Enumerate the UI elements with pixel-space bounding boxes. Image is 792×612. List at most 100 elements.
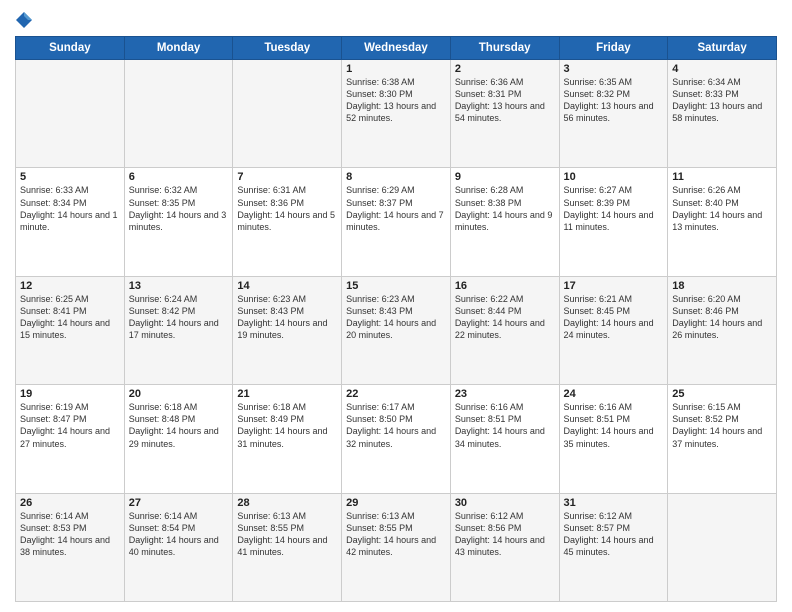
day-number: 29 [346, 497, 446, 509]
day-number: 18 [672, 280, 772, 292]
calendar-day-27: 27Sunrise: 6:14 AMSunset: 8:54 PMDayligh… [124, 493, 233, 601]
day-info: Sunrise: 6:38 AMSunset: 8:30 PMDaylight:… [346, 76, 446, 125]
day-number: 16 [455, 280, 555, 292]
calendar-day-23: 23Sunrise: 6:16 AMSunset: 8:51 PMDayligh… [450, 385, 559, 493]
calendar-day-7: 7Sunrise: 6:31 AMSunset: 8:36 PMDaylight… [233, 168, 342, 276]
day-info: Sunrise: 6:36 AMSunset: 8:31 PMDaylight:… [455, 76, 555, 125]
day-info: Sunrise: 6:20 AMSunset: 8:46 PMDaylight:… [672, 293, 772, 342]
day-info: Sunrise: 6:16 AMSunset: 8:51 PMDaylight:… [455, 401, 555, 450]
day-number: 12 [20, 280, 120, 292]
calendar-day-17: 17Sunrise: 6:21 AMSunset: 8:45 PMDayligh… [559, 276, 668, 384]
calendar-day-13: 13Sunrise: 6:24 AMSunset: 8:42 PMDayligh… [124, 276, 233, 384]
page: SundayMondayTuesdayWednesdayThursdayFrid… [0, 0, 792, 612]
day-info: Sunrise: 6:23 AMSunset: 8:43 PMDaylight:… [237, 293, 337, 342]
day-number: 20 [129, 388, 229, 400]
day-number: 9 [455, 171, 555, 183]
day-number: 2 [455, 63, 555, 75]
day-info: Sunrise: 6:16 AMSunset: 8:51 PMDaylight:… [564, 401, 664, 450]
calendar-day-21: 21Sunrise: 6:18 AMSunset: 8:49 PMDayligh… [233, 385, 342, 493]
calendar-day-30: 30Sunrise: 6:12 AMSunset: 8:56 PMDayligh… [450, 493, 559, 601]
day-info: Sunrise: 6:28 AMSunset: 8:38 PMDaylight:… [455, 184, 555, 233]
day-info: Sunrise: 6:35 AMSunset: 8:32 PMDaylight:… [564, 76, 664, 125]
day-info: Sunrise: 6:13 AMSunset: 8:55 PMDaylight:… [237, 510, 337, 559]
weekday-header-saturday: Saturday [668, 37, 777, 60]
day-number: 14 [237, 280, 337, 292]
day-info: Sunrise: 6:14 AMSunset: 8:54 PMDaylight:… [129, 510, 229, 559]
calendar-empty-cell [16, 60, 125, 168]
calendar-empty-cell [668, 493, 777, 601]
calendar-day-10: 10Sunrise: 6:27 AMSunset: 8:39 PMDayligh… [559, 168, 668, 276]
calendar-day-15: 15Sunrise: 6:23 AMSunset: 8:43 PMDayligh… [342, 276, 451, 384]
day-number: 27 [129, 497, 229, 509]
day-number: 24 [564, 388, 664, 400]
day-info: Sunrise: 6:17 AMSunset: 8:50 PMDaylight:… [346, 401, 446, 450]
weekday-header-tuesday: Tuesday [233, 37, 342, 60]
day-number: 23 [455, 388, 555, 400]
calendar-week-row: 12Sunrise: 6:25 AMSunset: 8:41 PMDayligh… [16, 276, 777, 384]
day-number: 21 [237, 388, 337, 400]
weekday-header-sunday: Sunday [16, 37, 125, 60]
day-number: 1 [346, 63, 446, 75]
day-number: 19 [20, 388, 120, 400]
calendar-day-20: 20Sunrise: 6:18 AMSunset: 8:48 PMDayligh… [124, 385, 233, 493]
day-number: 17 [564, 280, 664, 292]
calendar-day-18: 18Sunrise: 6:20 AMSunset: 8:46 PMDayligh… [668, 276, 777, 384]
calendar-day-5: 5Sunrise: 6:33 AMSunset: 8:34 PMDaylight… [16, 168, 125, 276]
day-info: Sunrise: 6:32 AMSunset: 8:35 PMDaylight:… [129, 184, 229, 233]
day-info: Sunrise: 6:22 AMSunset: 8:44 PMDaylight:… [455, 293, 555, 342]
day-number: 22 [346, 388, 446, 400]
day-info: Sunrise: 6:29 AMSunset: 8:37 PMDaylight:… [346, 184, 446, 233]
day-info: Sunrise: 6:18 AMSunset: 8:49 PMDaylight:… [237, 401, 337, 450]
generalblue-logo-icon [15, 10, 33, 28]
calendar-day-19: 19Sunrise: 6:19 AMSunset: 8:47 PMDayligh… [16, 385, 125, 493]
day-number: 4 [672, 63, 772, 75]
weekday-header-row: SundayMondayTuesdayWednesdayThursdayFrid… [16, 37, 777, 60]
calendar-day-3: 3Sunrise: 6:35 AMSunset: 8:32 PMDaylight… [559, 60, 668, 168]
calendar-day-4: 4Sunrise: 6:34 AMSunset: 8:33 PMDaylight… [668, 60, 777, 168]
weekday-header-monday: Monday [124, 37, 233, 60]
logo [15, 10, 35, 28]
day-info: Sunrise: 6:33 AMSunset: 8:34 PMDaylight:… [20, 184, 120, 233]
day-info: Sunrise: 6:23 AMSunset: 8:43 PMDaylight:… [346, 293, 446, 342]
day-info: Sunrise: 6:18 AMSunset: 8:48 PMDaylight:… [129, 401, 229, 450]
day-info: Sunrise: 6:12 AMSunset: 8:56 PMDaylight:… [455, 510, 555, 559]
calendar-day-22: 22Sunrise: 6:17 AMSunset: 8:50 PMDayligh… [342, 385, 451, 493]
calendar-table: SundayMondayTuesdayWednesdayThursdayFrid… [15, 36, 777, 602]
calendar-day-24: 24Sunrise: 6:16 AMSunset: 8:51 PMDayligh… [559, 385, 668, 493]
calendar-week-row: 19Sunrise: 6:19 AMSunset: 8:47 PMDayligh… [16, 385, 777, 493]
header [15, 10, 777, 28]
day-info: Sunrise: 6:34 AMSunset: 8:33 PMDaylight:… [672, 76, 772, 125]
calendar-day-1: 1Sunrise: 6:38 AMSunset: 8:30 PMDaylight… [342, 60, 451, 168]
day-number: 3 [564, 63, 664, 75]
calendar-empty-cell [233, 60, 342, 168]
day-number: 26 [20, 497, 120, 509]
calendar-day-28: 28Sunrise: 6:13 AMSunset: 8:55 PMDayligh… [233, 493, 342, 601]
calendar-day-14: 14Sunrise: 6:23 AMSunset: 8:43 PMDayligh… [233, 276, 342, 384]
day-info: Sunrise: 6:12 AMSunset: 8:57 PMDaylight:… [564, 510, 664, 559]
calendar-empty-cell [124, 60, 233, 168]
day-info: Sunrise: 6:14 AMSunset: 8:53 PMDaylight:… [20, 510, 120, 559]
day-number: 10 [564, 171, 664, 183]
calendar-day-6: 6Sunrise: 6:32 AMSunset: 8:35 PMDaylight… [124, 168, 233, 276]
calendar-day-25: 25Sunrise: 6:15 AMSunset: 8:52 PMDayligh… [668, 385, 777, 493]
day-info: Sunrise: 6:25 AMSunset: 8:41 PMDaylight:… [20, 293, 120, 342]
calendar-week-row: 5Sunrise: 6:33 AMSunset: 8:34 PMDaylight… [16, 168, 777, 276]
day-info: Sunrise: 6:21 AMSunset: 8:45 PMDaylight:… [564, 293, 664, 342]
day-number: 30 [455, 497, 555, 509]
weekday-header-thursday: Thursday [450, 37, 559, 60]
calendar-day-29: 29Sunrise: 6:13 AMSunset: 8:55 PMDayligh… [342, 493, 451, 601]
day-number: 15 [346, 280, 446, 292]
calendar-day-12: 12Sunrise: 6:25 AMSunset: 8:41 PMDayligh… [16, 276, 125, 384]
weekday-header-wednesday: Wednesday [342, 37, 451, 60]
day-number: 6 [129, 171, 229, 183]
day-number: 11 [672, 171, 772, 183]
day-info: Sunrise: 6:13 AMSunset: 8:55 PMDaylight:… [346, 510, 446, 559]
day-info: Sunrise: 6:19 AMSunset: 8:47 PMDaylight:… [20, 401, 120, 450]
day-number: 31 [564, 497, 664, 509]
day-info: Sunrise: 6:31 AMSunset: 8:36 PMDaylight:… [237, 184, 337, 233]
day-info: Sunrise: 6:15 AMSunset: 8:52 PMDaylight:… [672, 401, 772, 450]
day-info: Sunrise: 6:27 AMSunset: 8:39 PMDaylight:… [564, 184, 664, 233]
calendar-day-11: 11Sunrise: 6:26 AMSunset: 8:40 PMDayligh… [668, 168, 777, 276]
weekday-header-friday: Friday [559, 37, 668, 60]
day-number: 13 [129, 280, 229, 292]
